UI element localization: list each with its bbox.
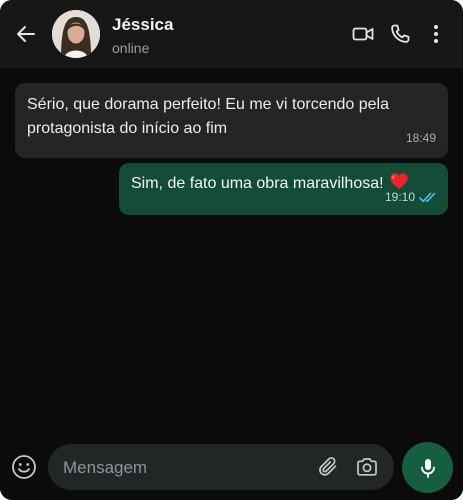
message-time: 18:49 [405, 131, 436, 145]
read-receipt-icon [419, 192, 436, 202]
microphone-icon [420, 458, 435, 478]
composer-bar [0, 434, 463, 500]
message-time: 19:10 [384, 190, 415, 204]
message-input-container [48, 444, 394, 492]
more-options-icon[interactable] [424, 22, 448, 46]
video-call-icon[interactable] [351, 22, 375, 46]
incoming-message[interactable]: Sério, que dorama perfeito! Eu me vi tor… [15, 83, 448, 158]
message-text: Sério, que dorama perfeito! Eu me vi tor… [27, 96, 389, 137]
contact-status: online [112, 40, 150, 56]
microphone-button[interactable] [402, 442, 453, 493]
avatar[interactable] [52, 10, 100, 58]
message-text: Sim, de fato uma obra maravilhosa! [131, 175, 384, 192]
outgoing-message[interactable]: Sim, de fato uma obra maravilhosa! 19:10 [119, 163, 448, 215]
back-arrow-icon[interactable] [14, 22, 38, 46]
chat-screen: Jéssica online Sério, que dorama perfeit… [0, 0, 463, 500]
camera-icon[interactable] [355, 455, 379, 479]
emoji-icon[interactable] [11, 454, 37, 480]
contact-photo [52, 10, 100, 58]
voice-call-icon[interactable] [388, 22, 412, 46]
chat-header: Jéssica online [0, 0, 463, 68]
contact-name[interactable]: Jéssica [112, 15, 173, 35]
message-meta: 19:10 [385, 185, 436, 209]
message-input[interactable] [61, 444, 305, 492]
message-list[interactable]: Sério, que dorama perfeito! Eu me vi tor… [0, 68, 463, 434]
attach-icon[interactable] [316, 455, 340, 479]
